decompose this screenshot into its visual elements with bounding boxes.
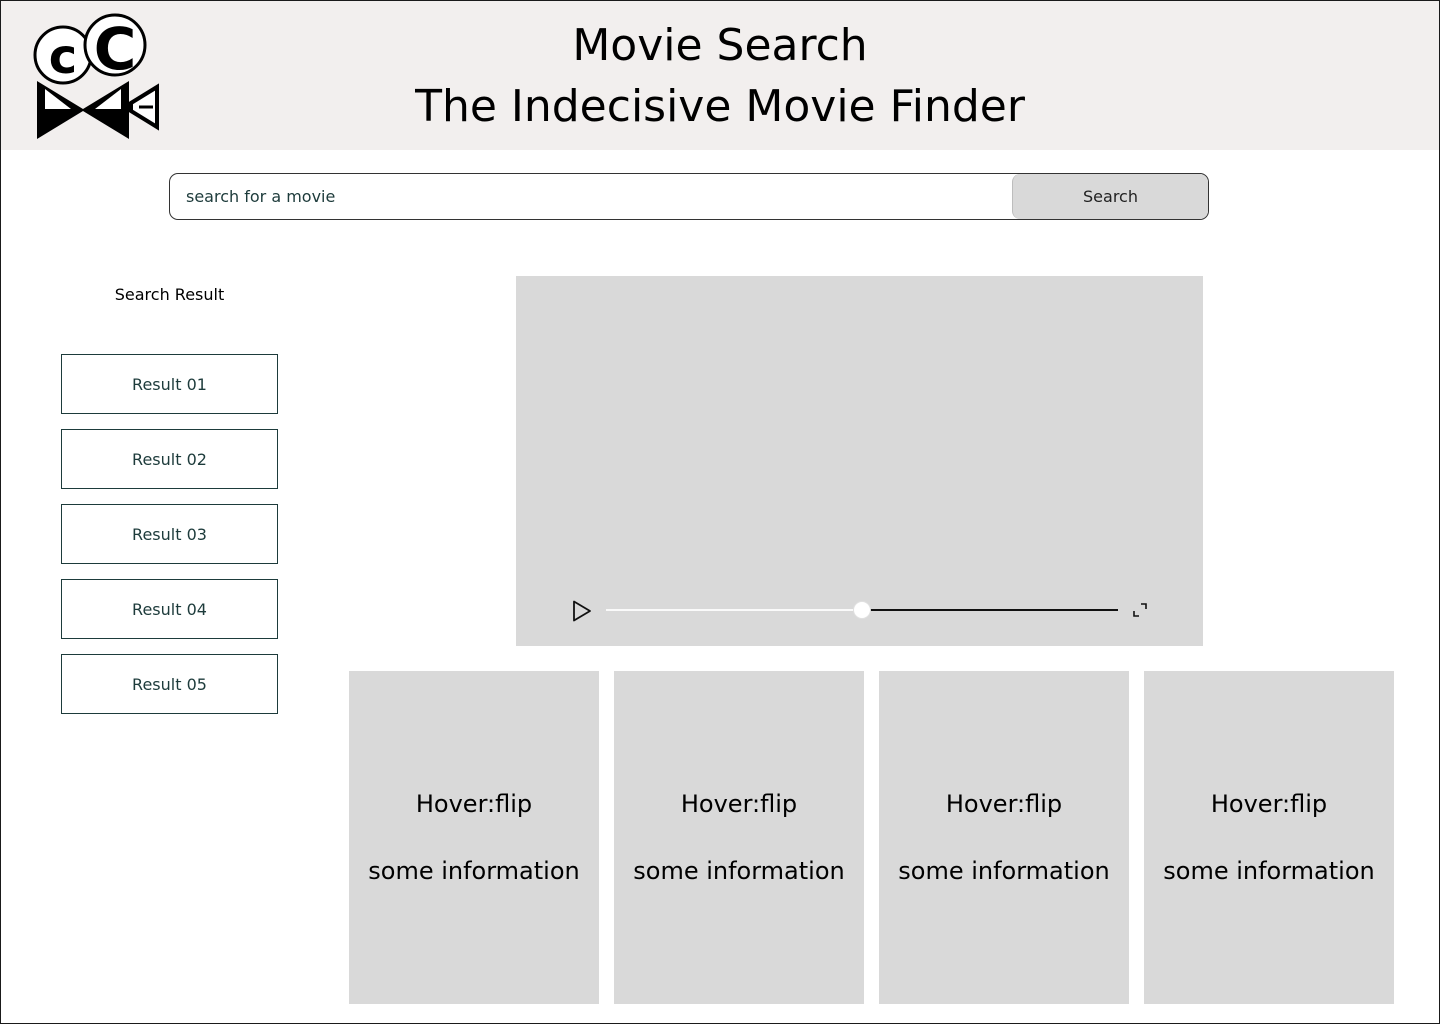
flip-card-1[interactable]: Hover:flip some information bbox=[349, 671, 599, 1004]
search-button[interactable]: Search bbox=[1012, 174, 1208, 219]
page-title: Movie Search bbox=[572, 20, 868, 71]
play-icon[interactable] bbox=[568, 598, 594, 624]
header: c C Movie Search The Indecisive Movie Fi… bbox=[1, 1, 1439, 150]
card-info-text: some information bbox=[633, 857, 845, 885]
search-bar: Search bbox=[169, 173, 1209, 220]
card-info-text: some information bbox=[368, 857, 580, 885]
search-results-heading: Search Result bbox=[114, 285, 225, 304]
result-item-02[interactable]: Result 02 bbox=[61, 429, 278, 489]
fullscreen-icon[interactable] bbox=[1132, 602, 1148, 618]
search-input[interactable] bbox=[170, 174, 1012, 219]
card-front-text: Hover:flip bbox=[1210, 790, 1328, 818]
card-front-text: Hover:flip bbox=[680, 790, 798, 818]
card-front-text: Hover:flip bbox=[415, 790, 533, 818]
flip-card-4[interactable]: Hover:flip some information bbox=[1144, 671, 1394, 1004]
flip-card-3[interactable]: Hover:flip some information bbox=[879, 671, 1129, 1004]
result-item-04[interactable]: Result 04 bbox=[61, 579, 278, 639]
page-subtitle: The Indecisive Movie Finder bbox=[415, 81, 1025, 132]
card-info-text: some information bbox=[898, 857, 1110, 885]
flip-card-2[interactable]: Hover:flip some information bbox=[614, 671, 864, 1004]
result-item-01[interactable]: Result 01 bbox=[61, 354, 278, 414]
video-progress-played bbox=[606, 609, 862, 611]
video-player[interactable] bbox=[516, 276, 1203, 646]
card-info-text: some information bbox=[1163, 857, 1375, 885]
result-item-05[interactable]: Result 05 bbox=[61, 654, 278, 714]
card-front-text: Hover:flip bbox=[945, 790, 1063, 818]
video-scrubber-handle[interactable] bbox=[853, 601, 871, 619]
result-item-03[interactable]: Result 03 bbox=[61, 504, 278, 564]
